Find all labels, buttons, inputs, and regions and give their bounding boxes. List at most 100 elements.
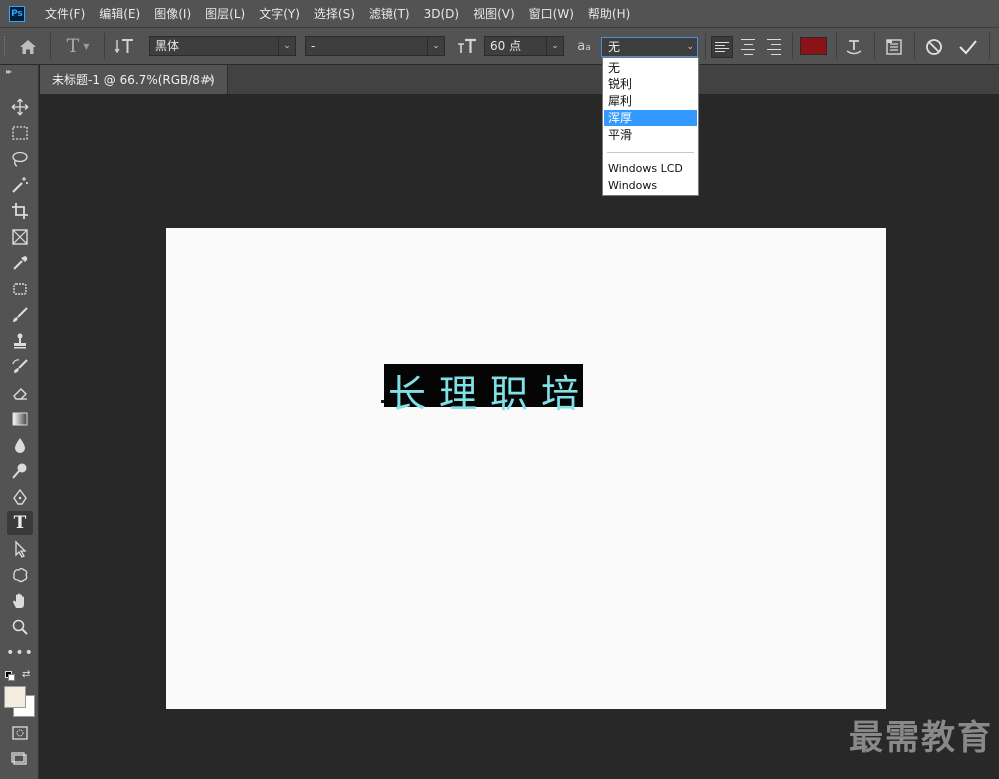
more-tools-icon[interactable]: ••• <box>6 641 33 665</box>
align-left-icon <box>715 40 729 54</box>
history-brush-tool-icon[interactable] <box>7 355 33 379</box>
blur-tool-icon[interactable] <box>7 433 33 457</box>
brush-tool-icon[interactable] <box>7 303 33 327</box>
antialias-option-strong[interactable]: 浑厚 <box>604 110 697 126</box>
antialias-option-sharp[interactable]: 锐利 <box>604 76 697 92</box>
align-right-icon <box>767 37 781 57</box>
photoshop-logo: Ps <box>9 5 25 22</box>
menu-file[interactable]: 文件(F) <box>45 5 85 22</box>
chevron-down-icon: ▼ <box>83 41 90 51</box>
dropdown-separator <box>607 152 694 153</box>
document-tab-title: 未标题-1 @ 66.7%(RGB/8#) <box>52 73 215 87</box>
path-selection-tool-icon[interactable] <box>7 537 33 561</box>
commit-check-icon[interactable] <box>956 36 980 58</box>
antialias-option-crisp[interactable]: 犀利 <box>604 93 697 109</box>
document-tab[interactable]: 未标题-1 @ 66.7%(RGB/8#) × <box>40 65 228 94</box>
align-center-button[interactable] <box>737 36 759 58</box>
type-tool-icon[interactable]: T <box>7 511 33 535</box>
marquee-tool-icon[interactable] <box>7 121 33 145</box>
screen-mode-icon[interactable] <box>7 747 33 771</box>
canvas-text: 长理职培 <box>388 372 593 416</box>
menu-edit[interactable]: 编辑(E) <box>99 5 140 22</box>
lasso-tool-icon[interactable] <box>7 147 33 171</box>
menu-help[interactable]: 帮助(H) <box>588 5 630 22</box>
antialias-option-windows[interactable]: Windows <box>604 178 697 194</box>
close-icon[interactable]: × <box>205 72 215 86</box>
magic-wand-tool-icon[interactable] <box>7 173 33 197</box>
options-bar-grip[interactable] <box>4 36 8 56</box>
align-right-button[interactable] <box>763 36 785 58</box>
text-color-swatch[interactable] <box>800 37 827 55</box>
separator <box>50 33 51 59</box>
zoom-tool-icon[interactable] <box>7 615 33 639</box>
menu-layer[interactable]: 图层(L) <box>205 5 245 22</box>
separator <box>874 33 875 59</box>
menu-view[interactable]: 视图(V) <box>473 5 515 22</box>
separator <box>792 33 793 59</box>
chevron-down-icon: ⌄ <box>546 37 563 55</box>
menu-filter[interactable]: 滤镜(T) <box>369 5 410 22</box>
antialias-icon: aa <box>574 37 594 55</box>
clone-stamp-tool-icon[interactable] <box>7 329 33 353</box>
eraser-tool-icon[interactable] <box>7 381 33 405</box>
home-icon[interactable] <box>17 37 39 57</box>
warp-text-icon[interactable] <box>843 36 865 58</box>
menu-3d[interactable]: 3D(D) <box>424 7 459 21</box>
font-size-select[interactable]: 60 点 ⌄ <box>484 36 564 56</box>
gradient-tool-icon[interactable] <box>7 407 33 431</box>
antialias-dropdown-list: 无 锐利 犀利 浑厚 平滑 Windows LCD Windows <box>602 57 699 196</box>
antialias-value: 无 <box>608 40 621 54</box>
font-style-value: - <box>311 39 316 53</box>
dodge-tool-icon[interactable] <box>7 459 33 483</box>
foreground-color-swatch[interactable] <box>4 686 26 708</box>
custom-shape-tool-icon[interactable] <box>7 563 33 587</box>
character-panel-icon[interactable] <box>883 36 905 58</box>
text-layer-selection[interactable]: 长理职培 <box>384 364 583 416</box>
crop-tool-icon[interactable] <box>7 199 33 223</box>
menu-image[interactable]: 图像(I) <box>154 5 191 22</box>
antialias-option-smooth[interactable]: 平滑 <box>604 127 697 143</box>
chevron-down-icon: ⌄ <box>427 37 444 55</box>
separator <box>104 33 105 59</box>
font-style-select[interactable]: - ⌄ <box>305 36 445 56</box>
separator <box>989 33 990 59</box>
separator <box>914 33 915 59</box>
tool-preset-picker[interactable]: T ▼ <box>60 35 96 57</box>
align-left-button[interactable] <box>711 36 733 58</box>
pen-tool-icon[interactable] <box>7 485 33 509</box>
text-orientation-toggle-icon[interactable] <box>114 36 136 56</box>
tools-panel: ▸▸ T ••• ⇄ <box>0 65 39 779</box>
menu-bar: Ps 文件(F) 编辑(E) 图像(I) 图层(L) 文字(Y) 选择(S) 滤… <box>0 0 999 27</box>
align-center-icon <box>741 37 755 57</box>
healing-brush-tool-icon[interactable] <box>7 277 33 301</box>
cancel-icon[interactable] <box>922 36 946 58</box>
hand-tool-icon[interactable] <box>7 589 33 613</box>
type-tool-preset-icon: T <box>66 35 80 57</box>
menu-select[interactable]: 选择(S) <box>314 5 355 22</box>
menu-window[interactable]: 窗口(W) <box>529 5 574 22</box>
eyedropper-tool-icon[interactable] <box>7 251 33 275</box>
chevron-down-icon: ⌄ <box>686 42 694 52</box>
swap-colors-icon[interactable]: ⇄ <box>22 669 30 680</box>
collapse-arrows-icon[interactable]: ▸▸ <box>6 67 12 76</box>
quick-mask-icon[interactable] <box>7 721 33 745</box>
chevron-down-icon: ⌄ <box>278 37 295 55</box>
move-tool-icon[interactable] <box>7 95 33 119</box>
antialias-select[interactable]: 无 ⌄ <box>601 37 698 57</box>
watermark: 最需教育 <box>849 718 993 758</box>
frame-tool-icon[interactable] <box>7 225 33 249</box>
options-bar: T ▼ 黑体 ⌄ - ⌄ 60 点 ⌄ aa 无 ⌄ <box>0 27 999 65</box>
default-colors-icon[interactable] <box>5 671 15 681</box>
menu-type[interactable]: 文字(Y) <box>259 5 300 22</box>
separator <box>836 33 837 59</box>
document-canvas[interactable] <box>166 228 886 709</box>
antialias-icon-letter-large: a <box>577 38 586 54</box>
font-size-icon <box>456 36 478 56</box>
separator <box>705 33 706 59</box>
font-family-value: 黑体 <box>155 39 180 53</box>
antialias-option-windows-lcd[interactable]: Windows LCD <box>604 161 697 177</box>
font-family-select[interactable]: 黑体 ⌄ <box>149 36 296 56</box>
antialias-option-none[interactable]: 无 <box>604 60 697 76</box>
antialias-icon-letter-small: a <box>585 43 591 53</box>
document-tab-bar: 未标题-1 @ 66.7%(RGB/8#) × <box>40 65 999 94</box>
